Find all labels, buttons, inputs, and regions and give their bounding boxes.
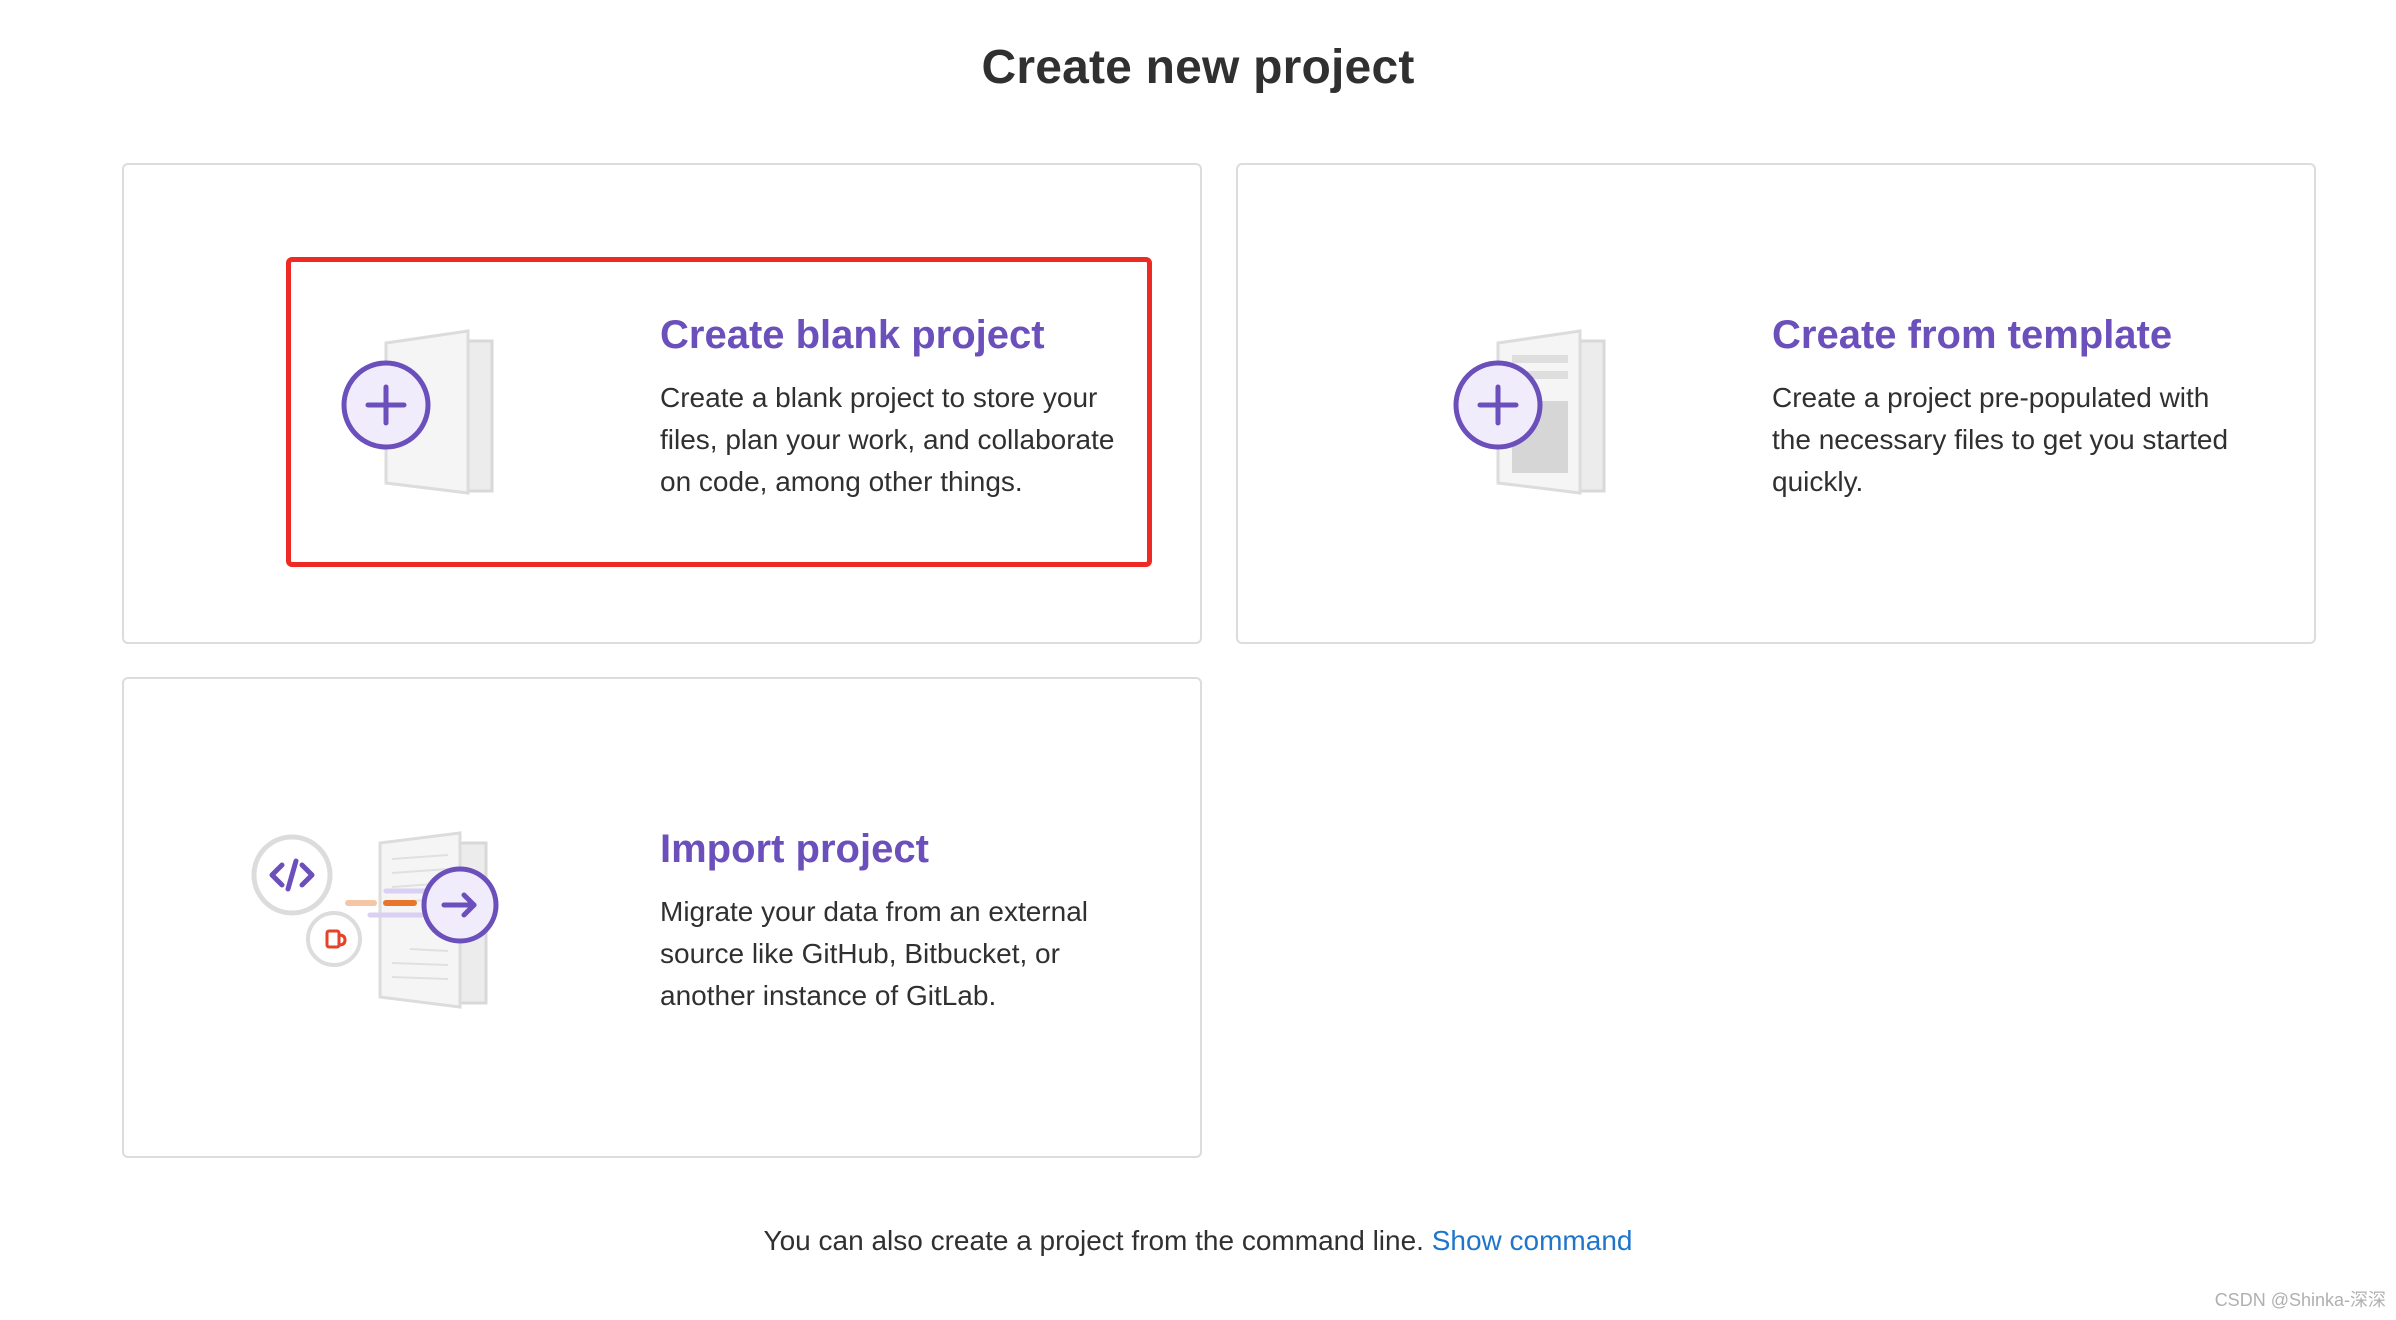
create-blank-project-title[interactable]: Create blank project	[660, 311, 1130, 359]
import-project-title[interactable]: Import project	[660, 825, 1130, 873]
create-from-template-description: Create a project pre-populated with the …	[1772, 382, 2229, 497]
blank-project-icon	[341, 329, 494, 495]
show-command-link[interactable]: Show command	[1432, 1225, 1633, 1256]
create-blank-project-description: Create a blank project to store your fil…	[660, 382, 1115, 497]
command-line-hint-text: You can also create a project from the c…	[763, 1225, 1424, 1256]
create-from-template-title[interactable]: Create from template	[1772, 311, 2242, 359]
import-project-icon	[251, 831, 499, 1009]
watermark: CSDN @Shinka-深深	[2214, 1290, 2386, 1310]
import-project-card[interactable]: Import project Migrate your data from an…	[122, 677, 1202, 1158]
create-from-template-card[interactable]: Create from template Create a project pr…	[1236, 163, 2316, 644]
create-blank-project-card[interactable]: Create blank project Create a blank proj…	[122, 163, 1202, 644]
command-line-hint: You can also create a project from the c…	[0, 1225, 2396, 1257]
page-title: Create new project	[981, 41, 1415, 94]
template-project-icon	[1453, 329, 1606, 495]
import-project-description: Migrate your data from an external sourc…	[660, 896, 1088, 1011]
